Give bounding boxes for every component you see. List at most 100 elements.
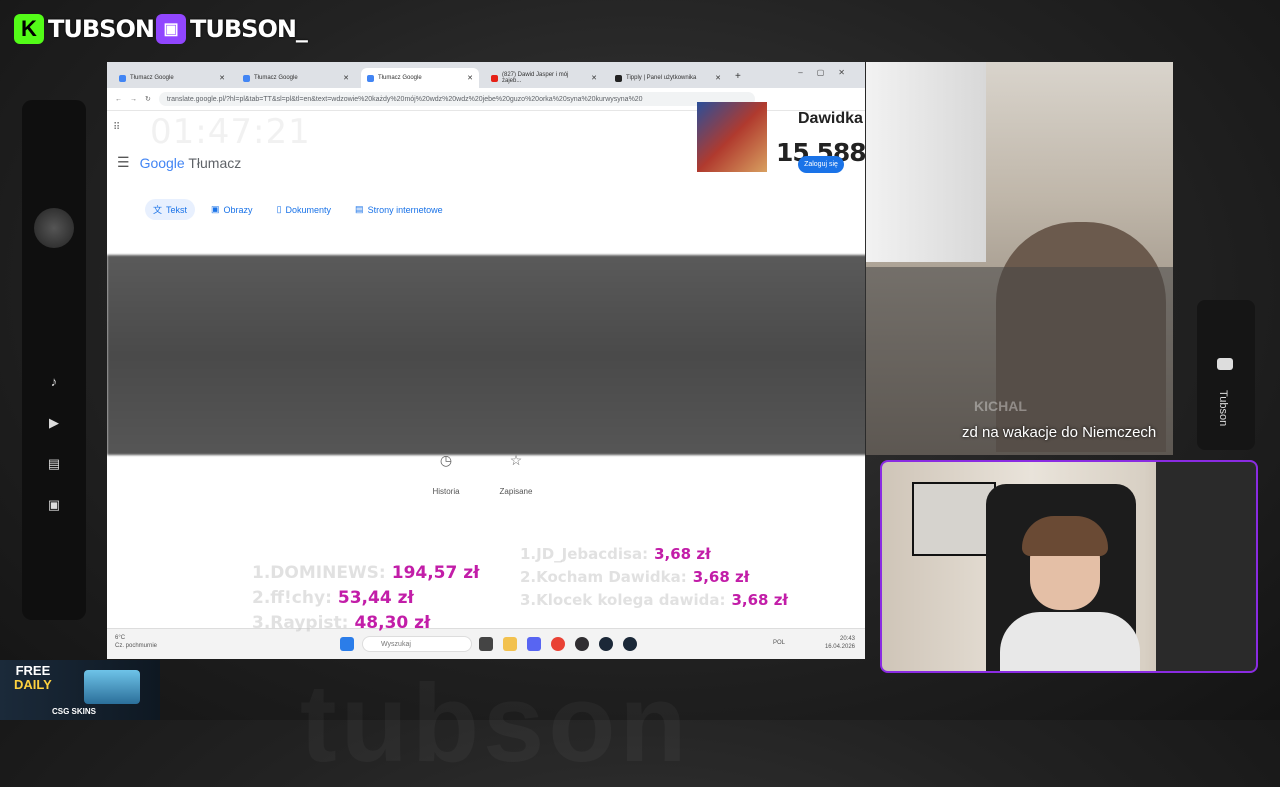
steam-icon[interactable]	[599, 637, 613, 651]
kick-channel-name: TUBSON	[48, 15, 155, 43]
file-explorer-icon[interactable]	[503, 637, 517, 651]
chip-label: Tekst	[166, 204, 188, 215]
youtube-icon	[1217, 358, 1233, 370]
free-daily-promo[interactable]: FREE DAILY CSG SKINS	[0, 660, 160, 720]
system-clock[interactable]: 20:43 16.04.2026	[825, 635, 855, 651]
background-shelf	[1156, 462, 1256, 671]
music-icon[interactable]: ♪	[42, 372, 66, 392]
close-icon[interactable]: ✕	[715, 74, 721, 82]
leaderboard-row: 2.ff!chy: 53,44 zł	[252, 586, 479, 611]
browser-tab-active[interactable]: Tłumacz Google ✕	[361, 68, 479, 88]
donor-name: 2.ff!chy:	[252, 588, 332, 608]
browser-tab[interactable]: Tłumacz Google ✕	[113, 68, 231, 88]
close-icon[interactable]: ✕	[343, 74, 349, 82]
browser-tab[interactable]: Tłumacz Google ✕	[237, 68, 355, 88]
chrome-icon[interactable]	[551, 637, 565, 651]
clock-time: 20:43	[839, 636, 855, 642]
chip-images[interactable]: ▣ Obrazy	[203, 199, 261, 220]
saved-button[interactable]: ☆ Zapisane	[486, 452, 546, 496]
sub-goal-name: Dawidka	[798, 110, 863, 127]
saved-label: Zapisane	[499, 487, 533, 496]
reload-icon[interactable]: ↻	[145, 95, 151, 103]
translate-favicon-icon	[243, 74, 250, 82]
sub-goal-avatar	[697, 102, 767, 172]
tab-label: Tłumacz Google	[378, 75, 422, 81]
obs-icon[interactable]	[575, 637, 589, 651]
film-icon[interactable]: ▤	[42, 454, 66, 474]
apps-icon[interactable]: ⠿	[113, 122, 120, 133]
streamer-hair	[1022, 516, 1108, 556]
blurred-translation-area	[107, 255, 865, 455]
donor-name: 1.JD_Jebacdisa:	[520, 545, 649, 563]
tab-label: Tipply | Panel użytkownika	[626, 75, 697, 81]
url-input[interactable]: translate.google.pl/?hl=pl&tab=TT&sl=pl&…	[158, 92, 755, 106]
discord-icon[interactable]	[527, 637, 541, 651]
chip-documents[interactable]: ▯ Dokumenty	[269, 199, 339, 220]
tab-label: (827) Dawid Jasper i mój zajeb...	[502, 72, 569, 84]
window-curtain	[866, 62, 986, 262]
leaderboard-row: 1.DOMINEWS: 194,57 zł	[252, 561, 479, 586]
web-icon: ▤	[355, 204, 364, 214]
promo-line2: DAILY	[14, 677, 52, 692]
close-icon[interactable]: ✕	[219, 74, 225, 82]
language-indicator[interactable]: POL	[773, 640, 785, 646]
close-icon[interactable]: ✕	[467, 74, 473, 82]
image-icon[interactable]: ▣	[42, 495, 66, 515]
star-icon: ☆	[509, 452, 523, 468]
browser-tab[interactable]: Tipply | Panel użytkownika ✕	[609, 68, 727, 88]
history-button[interactable]: ◷ Historia	[416, 452, 476, 496]
youtube-favicon-icon	[491, 74, 498, 82]
login-button[interactable]: Zaloguj się	[798, 156, 844, 173]
translate-favicon-icon	[367, 74, 374, 82]
leaderboard-row: 3.Klocek kolega dawida: 3,68 zł	[520, 589, 788, 612]
kick-logo-icon: K	[14, 14, 44, 44]
video-caption: zd na wakacje do Niemczech	[962, 424, 1157, 441]
translate-header: ☰ Google Tłumacz	[117, 154, 241, 171]
translate-favicon-icon	[119, 74, 126, 82]
stream-timer: 01:47:21	[150, 112, 311, 152]
donor-amount: 3,68 zł	[654, 545, 711, 563]
donor-name: 3.Raypist:	[252, 613, 349, 633]
chip-label: Strony internetowe	[367, 204, 443, 215]
windows-start-icon[interactable]	[340, 637, 354, 651]
chip-text[interactable]: 文 Tekst	[145, 199, 196, 220]
leaderboard-row: 2.Kocham Dawidka: 3,68 zł	[520, 566, 788, 589]
google-translate-logo[interactable]: Google Tłumacz	[140, 155, 242, 171]
window-controls[interactable]: –▢✕	[798, 68, 859, 77]
promo-line1: FREE	[15, 663, 51, 678]
product-name: Tłumacz	[188, 154, 242, 171]
taskbar-search[interactable]: Wyszukaj	[362, 636, 472, 652]
youtube-side-tab[interactable]: Tubson	[1197, 300, 1255, 450]
clock-date: 16.04.2026	[824, 644, 855, 650]
promo-text: FREE DAILY	[14, 664, 52, 692]
browser-tab[interactable]: (827) Dawid Jasper i mój zajeb... ✕	[485, 68, 603, 88]
back-icon[interactable]: ←	[115, 96, 122, 103]
weather-temp: 6°C	[115, 635, 126, 641]
forward-icon[interactable]: →	[130, 96, 137, 103]
windows-taskbar: 6°C Cz. pochmurnie Wyszukaj POL 20:43 16…	[107, 628, 865, 659]
app-icon[interactable]	[623, 637, 637, 651]
hamburger-menu-icon[interactable]: ☰	[117, 154, 130, 171]
close-icon[interactable]: ✕	[591, 74, 597, 82]
guest-video-feed: KICHAL zd na wakacje do Niemczech	[866, 62, 1173, 455]
chip-label: Dokumenty	[285, 204, 332, 215]
streamer-webcam	[880, 460, 1258, 673]
translate-icon: 文	[153, 205, 163, 215]
play-video-icon[interactable]: ▶	[42, 413, 66, 433]
history-label: Historia	[432, 487, 460, 496]
kick-brand: K TUBSON	[14, 14, 155, 44]
tab-label: Tłumacz Google	[130, 75, 174, 81]
weather-widget[interactable]: 6°C Cz. pochmurnie	[115, 634, 157, 650]
new-tab-icon[interactable]: +	[733, 71, 741, 88]
donation-leaderboard-recent: 1.JD_Jebacdisa: 3,68 zł 2.Kocham Dawidka:…	[520, 543, 788, 612]
chip-label: Obrazy	[223, 204, 253, 215]
donor-amount: 53,44 zł	[337, 588, 414, 608]
chip-websites[interactable]: ▤ Strony internetowe	[347, 199, 451, 220]
task-view-icon[interactable]	[479, 637, 493, 651]
side-channel-label: Tubson	[1217, 390, 1229, 427]
streamer-shirt	[1000, 612, 1140, 671]
twitch-logo-icon: ▣	[156, 14, 186, 44]
donor-amount: 3,68 zł	[731, 591, 788, 609]
translate-mode-chips: 文 Tekst ▣ Obrazy ▯ Dokumenty ▤ Strony intern…	[145, 199, 451, 220]
leaderboard-row: 1.JD_Jebacdisa: 3,68 zł	[520, 543, 788, 566]
